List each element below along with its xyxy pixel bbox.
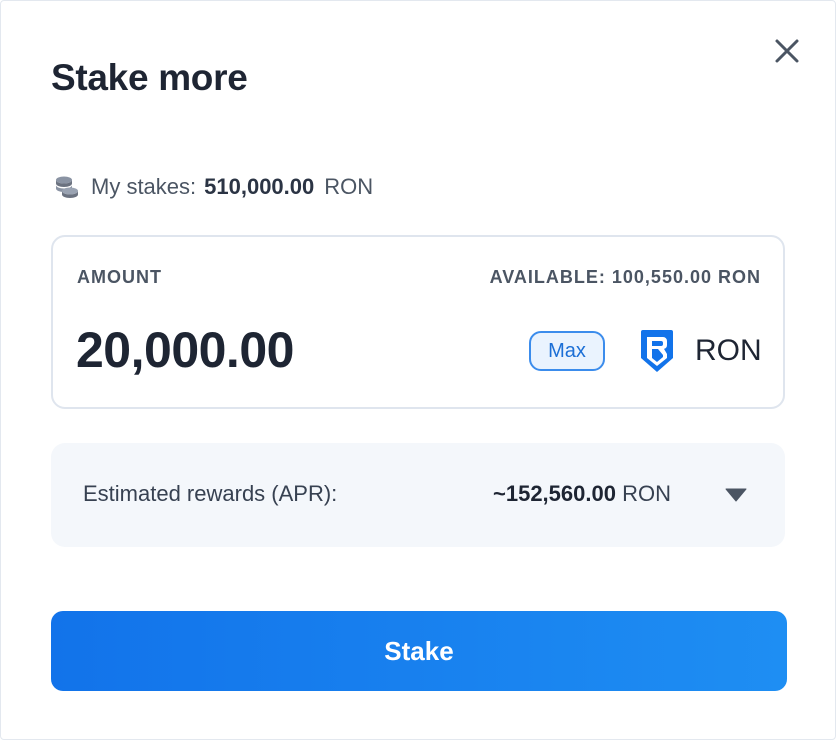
- close-icon: [775, 39, 799, 63]
- stake-more-modal: Stake more My stakes: 510,000.00 RON AMO…: [0, 0, 836, 740]
- amount-input[interactable]: [76, 321, 476, 379]
- amount-label: AMOUNT: [77, 267, 162, 287]
- amount-panel: AMOUNT AVAILABLE: 100,550.00 RON Max RON: [51, 235, 785, 409]
- my-stakes-row: My stakes: 510,000.00 RON: [53, 171, 373, 203]
- max-button[interactable]: Max: [529, 331, 605, 371]
- token-selector: RON: [639, 327, 762, 375]
- caret-down-icon: [725, 488, 747, 502]
- my-stakes-value: 510,000.00: [204, 174, 315, 199]
- rewards-details-toggle[interactable]: [721, 483, 751, 507]
- estimated-rewards-panel: Estimated rewards (APR): ~152,560.00 RON: [51, 443, 785, 547]
- available-balance: AVAILABLE: 100,550.00 RON: [489, 267, 761, 287]
- my-stakes-label: My stakes:: [91, 174, 197, 199]
- ronin-logo-icon: [641, 330, 673, 372]
- coins-icon: [56, 176, 78, 198]
- estimated-rewards-label: Estimated rewards (APR):: [83, 481, 338, 506]
- stake-button[interactable]: Stake: [51, 611, 787, 691]
- estimated-rewards-amount: ~152,560.00 RON: [493, 481, 671, 507]
- close-button[interactable]: [769, 33, 805, 69]
- estimated-rewards-value: ~152,560.00: [493, 481, 616, 506]
- estimated-rewards-unit: RON: [622, 481, 671, 506]
- token-symbol: RON: [695, 334, 762, 367]
- modal-title: Stake more: [51, 57, 248, 98]
- my-stakes-unit: RON: [324, 174, 374, 199]
